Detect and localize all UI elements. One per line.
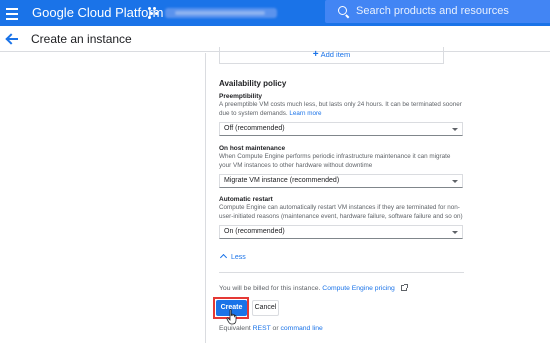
dropdown-caret-icon: [452, 231, 458, 234]
hamburger-menu-icon[interactable]: [5, 5, 19, 21]
automatic-restart-select[interactable]: On (recommended): [219, 225, 463, 239]
dropdown-caret-icon: [452, 128, 458, 131]
add-item-button[interactable]: + Add item: [219, 47, 444, 64]
top-app-bar: Google Cloud Platform Search products an…: [0, 0, 550, 26]
command-line-link[interactable]: command line: [280, 325, 322, 332]
search-icon: [338, 6, 347, 15]
pricing-link[interactable]: Compute Engine pricing: [322, 285, 395, 292]
learn-more-link[interactable]: Learn more: [289, 110, 321, 117]
billing-note: You will be billed for this instance. Co…: [219, 284, 408, 292]
automatic-restart-select-value: On (recommended): [224, 228, 285, 235]
preemptibility-label: Preemptibility: [219, 93, 262, 100]
preemptibility-description-text: A preemptible VM costs much less, but la…: [219, 101, 462, 117]
plus-icon: +: [312, 49, 319, 60]
left-column: [0, 53, 206, 343]
preemptibility-select-value: Off (recommended): [224, 125, 285, 132]
availability-policy-heading: Availability policy: [219, 79, 287, 88]
project-selector[interactable]: [165, 8, 277, 18]
automatic-restart-description: Compute Engine can automatically restart…: [219, 204, 463, 220]
page-title: Create an instance: [31, 32, 132, 46]
equivalent-line: Equivalent REST or command line: [219, 325, 323, 332]
preemptibility-select[interactable]: Off (recommended): [219, 122, 463, 136]
less-label: Less: [231, 254, 246, 261]
open-in-new-icon: [400, 284, 408, 291]
search-input[interactable]: Search products and resources: [356, 5, 509, 17]
host-maintenance-select[interactable]: Migrate VM instance (recommended): [219, 174, 463, 188]
search-bar[interactable]: Search products and resources: [325, 0, 550, 23]
hand-cursor-icon: [226, 309, 237, 325]
host-maintenance-select-value: Migrate VM instance (recommended): [224, 177, 340, 184]
equivalent-prefix: Equivalent: [219, 325, 251, 332]
less-toggle[interactable]: Less: [219, 253, 246, 262]
divider: [219, 272, 464, 273]
host-maintenance-description: When Compute Engine performs periodic in…: [219, 153, 451, 169]
rest-link[interactable]: REST: [253, 325, 271, 332]
chevron-up-icon: [219, 253, 228, 262]
cancel-button[interactable]: Cancel: [252, 300, 279, 316]
app-title[interactable]: Google Cloud Platform: [32, 5, 164, 20]
preemptibility-description: A preemptible VM costs much less, but la…: [219, 100, 464, 118]
add-item-label: Add item: [320, 50, 351, 59]
automatic-restart-label: Automatic restart: [219, 196, 273, 203]
project-selector-icon[interactable]: [148, 7, 158, 19]
host-maintenance-label: On host maintenance: [219, 145, 286, 152]
billing-text: You will be billed for this instance.: [219, 285, 321, 292]
equivalent-or: or: [272, 325, 279, 332]
back-arrow-icon[interactable]: [6, 33, 20, 45]
dropdown-caret-icon: [452, 180, 458, 183]
